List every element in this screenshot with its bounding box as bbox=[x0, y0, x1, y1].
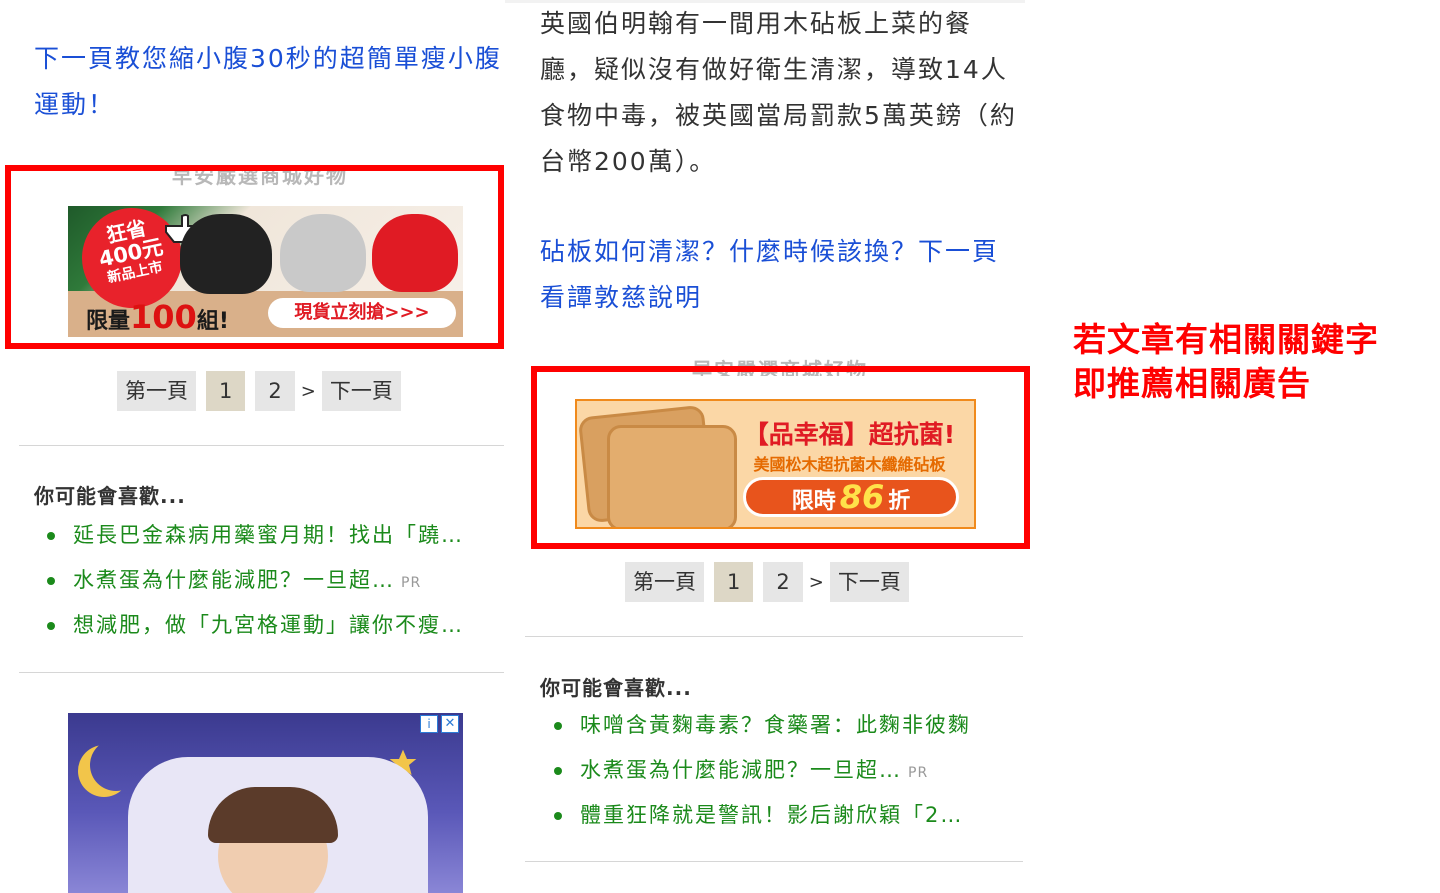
next-page-button[interactable]: 下一頁 bbox=[321, 371, 401, 411]
sleep-ad-banner[interactable]: i ✕ bbox=[68, 713, 463, 893]
next-arrow: > bbox=[300, 380, 316, 402]
divider bbox=[525, 636, 1023, 637]
related-link[interactable]: 體重狂降就是警訊！影后謝欣穎「2… bbox=[580, 803, 963, 827]
first-page-button[interactable]: 第一頁 bbox=[117, 371, 196, 411]
list-item[interactable]: 水煮蛋為什麼能減肥？一旦超… PR bbox=[33, 558, 503, 603]
related-link[interactable]: 水煮蛋為什麼能減肥？一旦超… bbox=[580, 758, 902, 782]
next-arrow: > bbox=[808, 571, 824, 593]
pagination: 第一頁 1 2 > 下一頁 bbox=[625, 562, 909, 602]
list-item[interactable]: 味噌含黃麴毒素？食藥署：此麴非彼麴 bbox=[540, 703, 1023, 748]
next-page-button[interactable]: 下一頁 bbox=[829, 562, 909, 602]
bullet-dot-icon bbox=[47, 622, 55, 630]
list-item[interactable]: 想減肥，做「九宮格運動」讓你不瘦… bbox=[33, 603, 503, 648]
divider bbox=[525, 861, 1023, 862]
related-link[interactable]: 延長巴金森病用藥蜜月期！找出「蹺… bbox=[73, 523, 464, 547]
you-may-like-heading: 你可能會喜歡... bbox=[540, 676, 692, 700]
page-1-button[interactable]: 1 bbox=[714, 562, 754, 602]
pagination: 第一頁 1 2 > 下一頁 bbox=[117, 371, 401, 411]
bullet-dot-icon bbox=[47, 532, 55, 540]
cutting-board-image bbox=[607, 425, 737, 527]
hair-shape bbox=[208, 787, 338, 843]
divider bbox=[19, 445, 504, 446]
adchoices-icon[interactable]: i bbox=[420, 715, 438, 733]
list-item[interactable]: 水煮蛋為什麼能減肥？一旦超… PR bbox=[540, 748, 1023, 793]
list-item[interactable]: 延長巴金森病用藥蜜月期！找出「蹺… bbox=[33, 513, 503, 558]
cushion-ad-banner[interactable]: 狂省 400元 新品上市 限量100組! 現貨立刻搶>>> bbox=[68, 206, 463, 337]
divider bbox=[19, 672, 504, 673]
ad-subtitle: 美國松木超抗菌木纖維砧板 bbox=[753, 455, 946, 474]
annotation-line-1: 若文章有相關關鍵字 bbox=[1073, 320, 1379, 359]
red-cushion-image bbox=[372, 214, 458, 292]
buy-now-cta[interactable]: 現貨立刻搶>>> bbox=[268, 298, 456, 328]
bullet-dot-icon bbox=[554, 812, 562, 820]
page-2-button[interactable]: 2 bbox=[255, 371, 295, 411]
ad-title: 【品幸福】超抗菌! bbox=[743, 420, 956, 449]
cutting-board-ad-banner[interactable]: 【品幸福】超抗菌! 美國松木超抗菌木纖維砧板 限時 86 折 bbox=[575, 399, 976, 529]
grey-cushion-image bbox=[280, 214, 366, 292]
bullet-dot-icon bbox=[47, 577, 55, 585]
you-may-like-heading: 你可能會喜歡... bbox=[34, 484, 186, 508]
related-link[interactable]: 味噌含黃麴毒素？食藥署：此麴非彼麴 bbox=[580, 713, 971, 737]
pr-badge: PR bbox=[908, 765, 929, 781]
related-link[interactable]: 想減肥，做「九宮格運動」讓你不瘦… bbox=[73, 613, 464, 637]
article-paragraph: 英國伯明翰有一間用木砧板上菜的餐廳，疑似沒有做好衛生清潔，導致14人食物中毒，被… bbox=[540, 9, 1017, 176]
annotation-line-2: 即推薦相關廣告 bbox=[1073, 364, 1311, 403]
page-2-button[interactable]: 2 bbox=[763, 562, 803, 602]
bullet-dot-icon bbox=[554, 767, 562, 775]
related-link[interactable]: 水煮蛋為什麼能減肥？一旦超… bbox=[73, 568, 395, 592]
discount-cta[interactable]: 限時 86 折 bbox=[743, 477, 959, 517]
related-list: 延長巴金森病用藥蜜月期！找出「蹺… 水煮蛋為什麼能減肥？一旦超… PR 想減肥，做… bbox=[33, 513, 503, 648]
limited-promo: 限量100組! bbox=[86, 298, 229, 336]
related-list: 味噌含黃麴毒素？食藥署：此麴非彼麴 水煮蛋為什麼能減肥？一旦超… PR 體重狂降就… bbox=[540, 703, 1023, 838]
close-icon[interactable]: ✕ bbox=[441, 715, 459, 733]
cutting-board-link[interactable]: 砧板如何清潔？什麼時候該換？下一頁看譚敦慈說明 bbox=[540, 229, 1020, 321]
first-page-button[interactable]: 第一頁 bbox=[625, 562, 704, 602]
list-item[interactable]: 體重狂降就是警訊！影后謝欣穎「2… bbox=[540, 793, 1023, 838]
pr-badge: PR bbox=[401, 575, 422, 591]
next-page-link[interactable]: 下一頁教您縮小腹30秒的超簡單瘦小腹運動！ bbox=[34, 36, 504, 128]
page-1-button[interactable]: 1 bbox=[206, 371, 246, 411]
bullet-dot-icon bbox=[554, 722, 562, 730]
moon-icon bbox=[90, 739, 142, 791]
black-cushion-image bbox=[180, 214, 272, 294]
